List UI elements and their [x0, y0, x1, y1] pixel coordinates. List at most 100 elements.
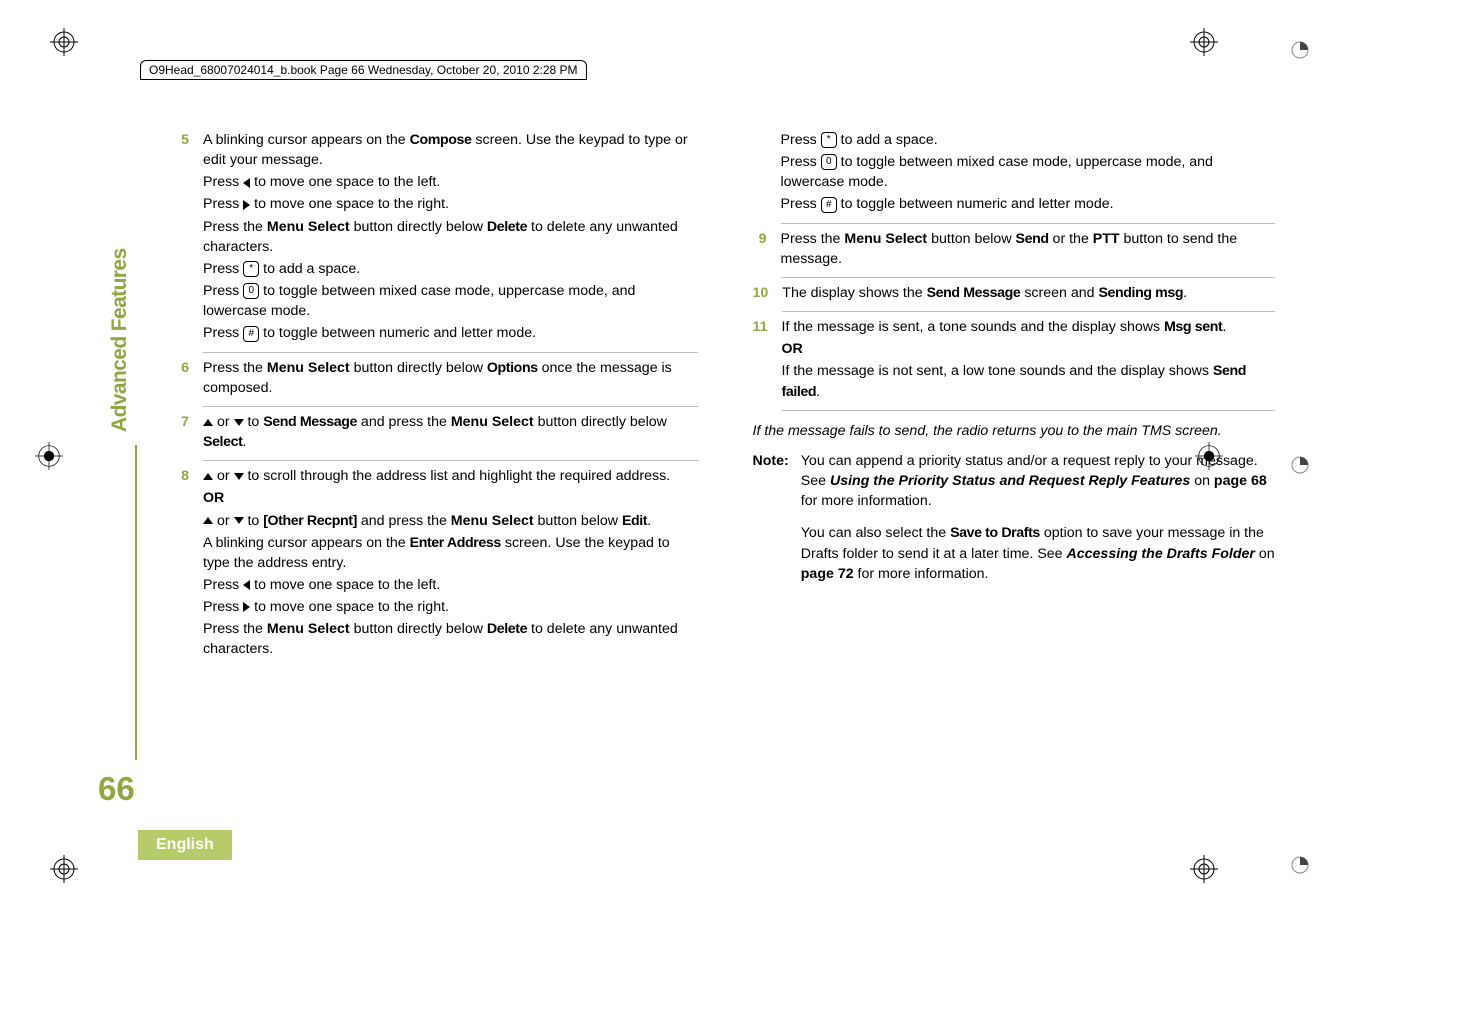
running-head: O9Head_68007024014_b.book Page 66 Wednes… — [140, 60, 587, 80]
ui-label: PTT — [1093, 231, 1120, 247]
ui-label: Menu Select — [267, 621, 350, 637]
side-rule — [135, 445, 137, 760]
ui-label: Menu Select — [844, 231, 927, 247]
body-text: Press — [203, 261, 243, 277]
body-text: Press the — [781, 231, 845, 247]
reg-mark-icon — [50, 28, 78, 56]
lcd-text: Send Message — [263, 414, 357, 430]
body-text: or — [213, 468, 234, 484]
note-label: Note: — [753, 451, 789, 596]
body-text: button directly below — [350, 219, 487, 235]
ui-label: Menu Select — [451, 414, 534, 430]
body-text: on — [1255, 546, 1275, 562]
or-text: OR — [782, 341, 803, 357]
step-6: 6 Press the Menu Select button directly … — [175, 358, 698, 409]
section-label: Advanced Features — [108, 248, 132, 432]
body-text: A blinking cursor appears on the — [203, 132, 410, 148]
body-text: button directly below — [350, 360, 487, 376]
key-hash-icon: # — [243, 326, 259, 342]
body-text: to move one space to the right. — [250, 196, 449, 212]
xref-title: Accessing the Drafts Folder — [1067, 546, 1255, 562]
lcd-text: Edit — [622, 513, 647, 529]
lcd-text: [Other Recpnt] — [263, 513, 357, 529]
cmyk-mark-icon — [1290, 455, 1310, 475]
language-tab: English — [138, 830, 232, 860]
key-zero-icon: 0 — [243, 283, 259, 299]
step-number: 7 — [175, 412, 189, 463]
column-right: Press * to add a space. Press 0 to toggl… — [753, 130, 1276, 669]
key-zero-icon: 0 — [821, 154, 837, 170]
body-text: Press — [203, 196, 243, 212]
body-text: Press the — [203, 360, 267, 376]
body-text: to — [244, 513, 264, 529]
lcd-text: Sending msg — [1098, 285, 1183, 301]
body-text: for more information. — [801, 493, 932, 509]
up-arrow-icon — [203, 473, 213, 480]
body-text: Press the — [203, 621, 267, 637]
body-text: Press — [203, 577, 243, 593]
body-text: to move one space to the left. — [250, 577, 440, 593]
xref-page: page 72 — [801, 566, 854, 582]
body-text: Press the — [203, 219, 267, 235]
ui-label: Menu Select — [451, 513, 534, 529]
body-text: to scroll through the address list and h… — [244, 468, 671, 484]
body-text: Press — [203, 599, 243, 615]
step-10: 10 The display shows the Send Message sc… — [753, 283, 1276, 314]
body-text: If the message is sent, a tone sounds an… — [782, 319, 1165, 335]
ui-label: Menu Select — [267, 219, 350, 235]
lcd-text: Select — [203, 434, 242, 450]
body-text: . — [1222, 319, 1226, 335]
body-text: . — [1183, 285, 1187, 301]
body-text: and press the — [357, 513, 451, 529]
body-text: to toggle between mixed case mode, upper… — [203, 283, 635, 319]
body-text: or the — [1049, 231, 1093, 247]
key-hash-icon: # — [821, 197, 837, 213]
page-number: 66 — [98, 770, 135, 808]
column-left: 5 A blinking cursor appears on the Compo… — [175, 130, 698, 669]
reg-mark-icon — [1190, 28, 1218, 56]
cmyk-mark-icon — [1290, 855, 1310, 875]
body-text: or — [213, 414, 234, 430]
body-text: to move one space to the right. — [250, 599, 449, 615]
reg-mark-icon — [1190, 855, 1218, 883]
down-arrow-icon — [234, 419, 244, 426]
body-text: Press — [781, 154, 821, 170]
body-text: to add a space. — [837, 132, 938, 148]
body-text: Press — [203, 174, 243, 190]
body-text: to — [244, 414, 264, 430]
lcd-text: Options — [487, 360, 538, 376]
body-text: button below — [534, 513, 622, 529]
body-text: to toggle between numeric and letter mod… — [837, 196, 1114, 212]
or-text: OR — [203, 490, 224, 506]
lcd-text: Enter Address — [410, 535, 501, 551]
body-text: button directly below — [534, 414, 667, 430]
ui-label: Menu Select — [267, 360, 350, 376]
note-block: Note: You can append a priority status a… — [753, 451, 1276, 596]
body-text: button directly below — [350, 621, 487, 637]
lcd-text: Save to Drafts — [950, 525, 1040, 541]
reg-mark-icon — [50, 855, 78, 883]
down-arrow-icon — [234, 473, 244, 480]
up-arrow-icon — [203, 419, 213, 426]
body-text: button below — [927, 231, 1015, 247]
step-number: 10 — [753, 283, 769, 314]
step-7: 7 or to Send Message and press the Menu … — [175, 412, 698, 463]
document-page: O9Head_68007024014_b.book Page 66 Wednes… — [0, 0, 1462, 1013]
body-text: screen and — [1020, 285, 1098, 301]
lcd-text: Send — [1016, 231, 1049, 247]
step-number: 5 — [175, 130, 189, 355]
body-text: to toggle between numeric and letter mod… — [259, 325, 536, 341]
body-text: to add a space. — [259, 261, 360, 277]
body-text: . — [647, 513, 651, 529]
step-11: 11 If the message is sent, a tone sounds… — [753, 317, 1276, 413]
step-number: 8 — [175, 466, 189, 665]
body-text: . — [816, 384, 820, 400]
body-text: A blinking cursor appears on the — [203, 535, 410, 551]
lcd-text: Delete — [487, 219, 527, 235]
body-text: for more information. — [854, 566, 989, 582]
step-number: 9 — [753, 229, 767, 280]
body-columns: 5 A blinking cursor appears on the Compo… — [175, 130, 1275, 669]
body-text: The display shows the — [782, 285, 926, 301]
body-text: Press — [203, 325, 243, 341]
body-text: to toggle between mixed case mode, upper… — [781, 154, 1213, 190]
